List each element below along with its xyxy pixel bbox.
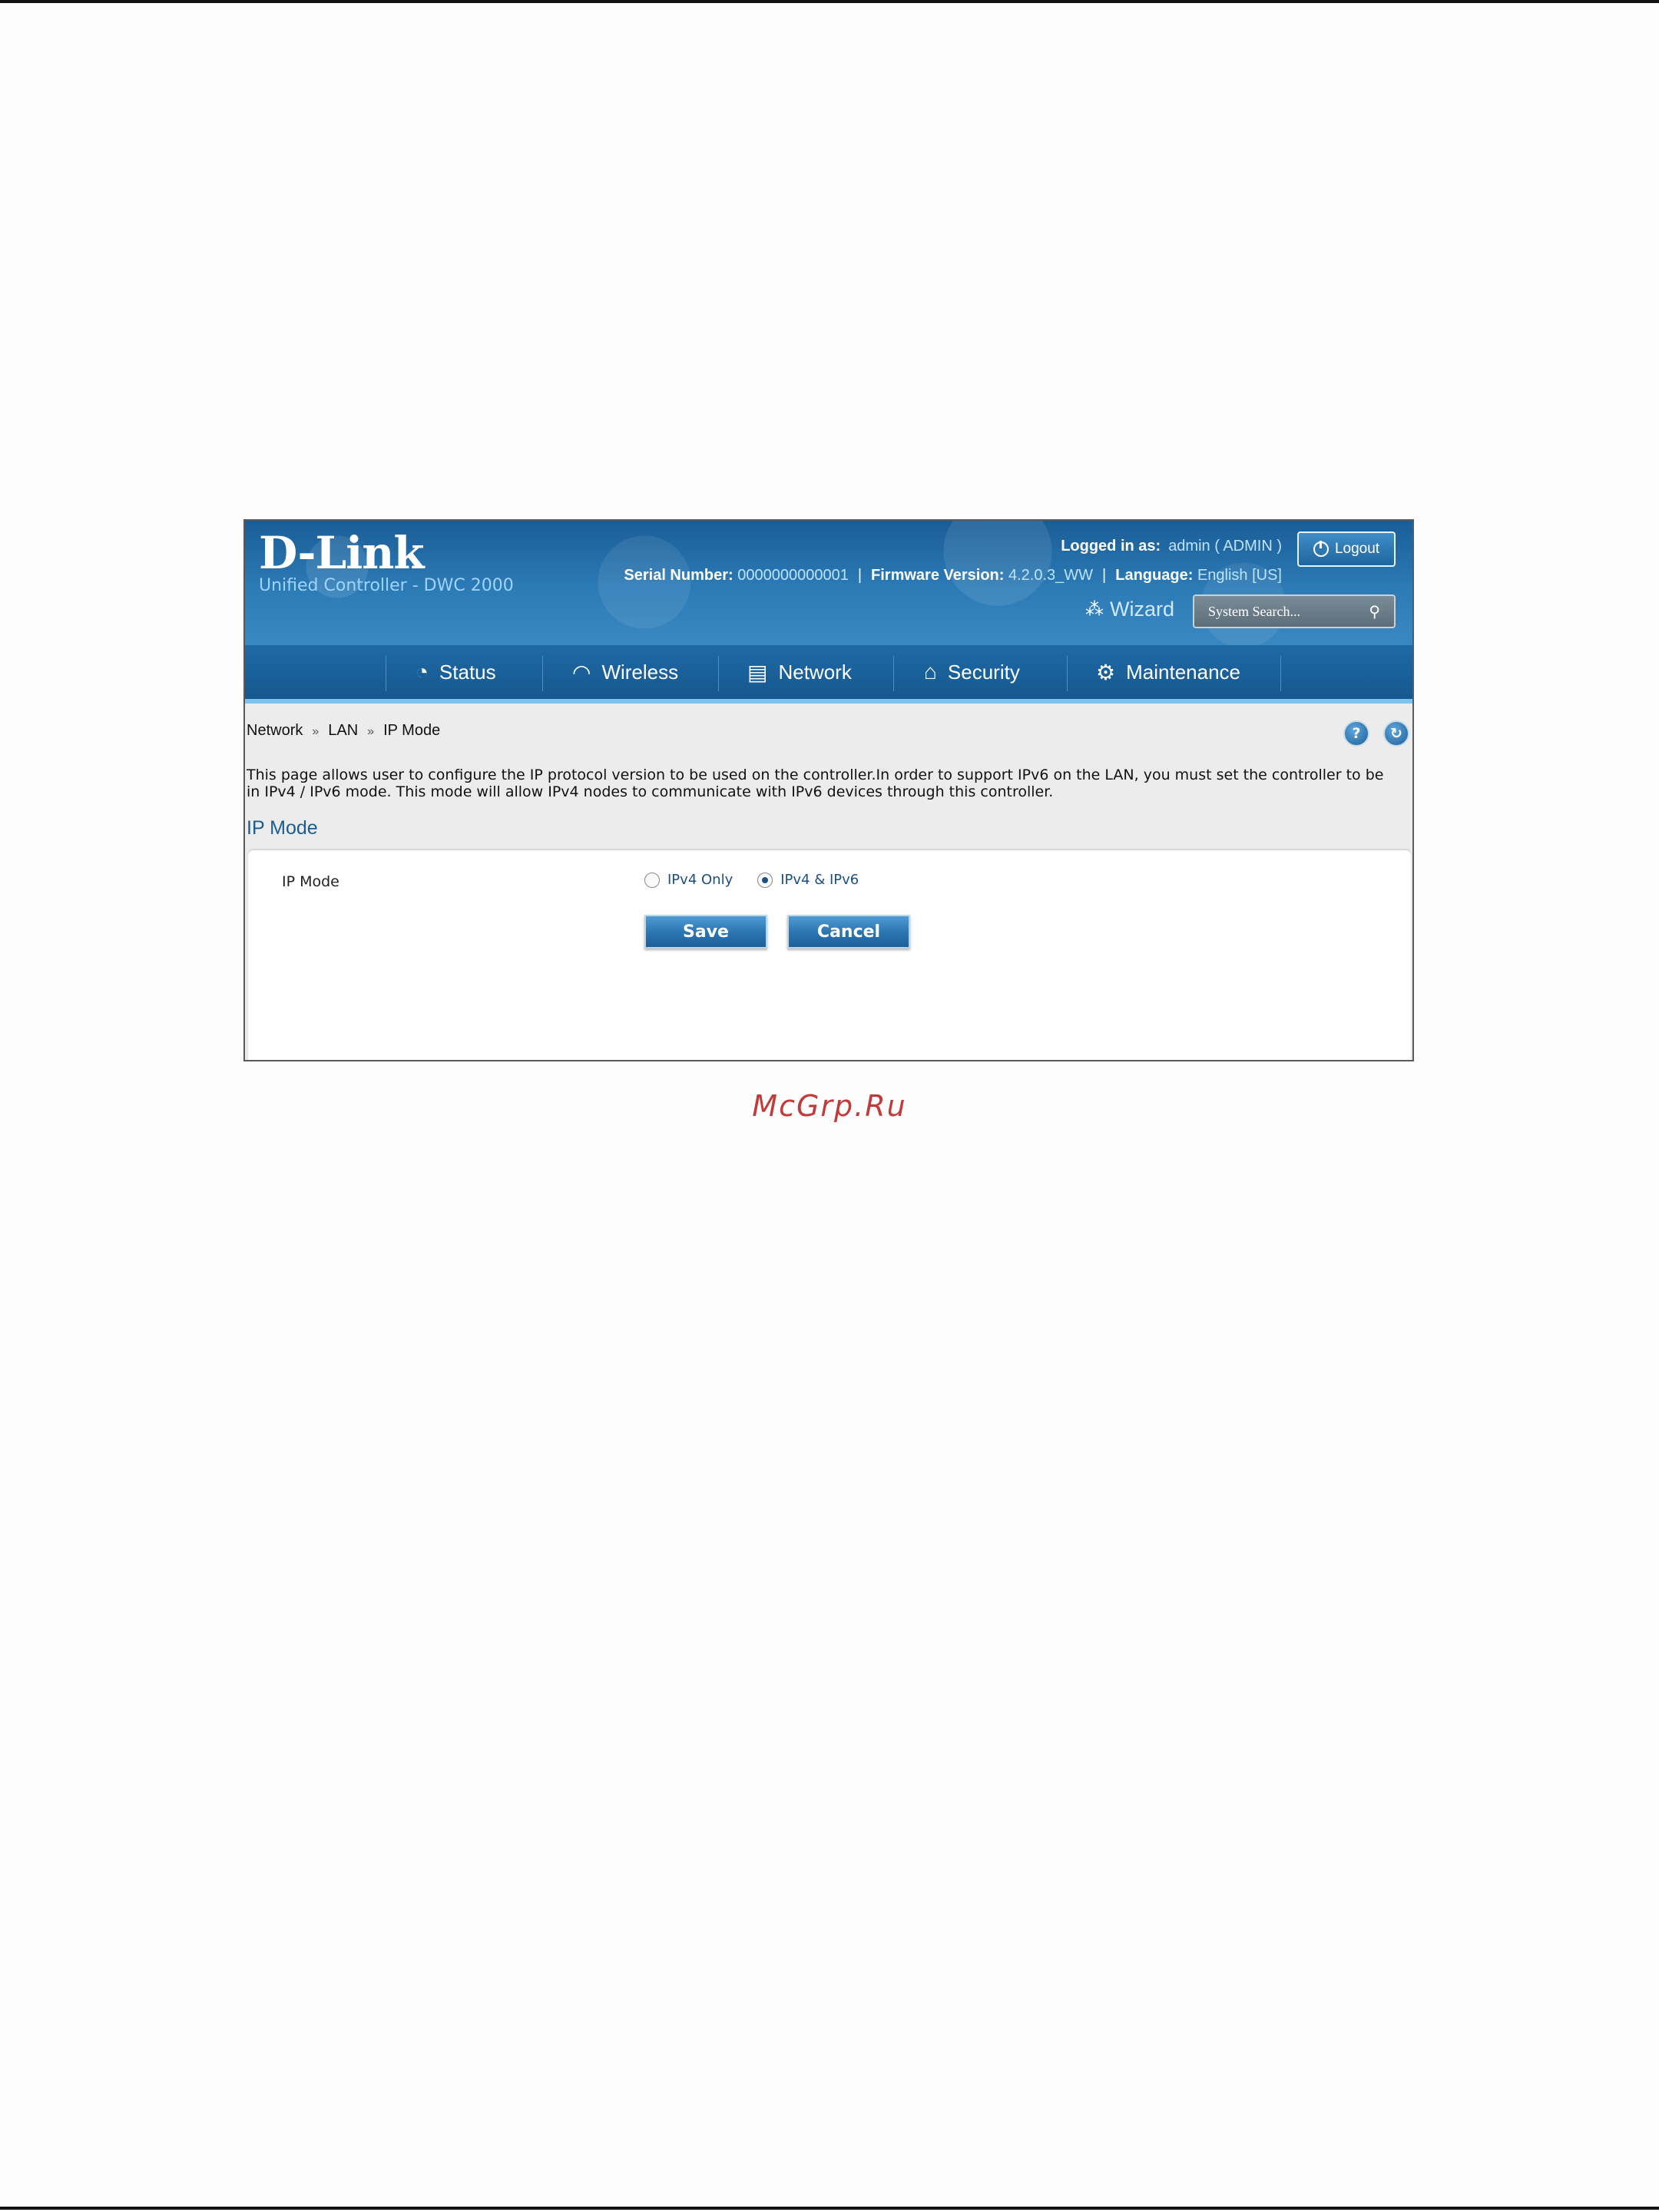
wifi-icon: ◠ (572, 660, 591, 684)
breadcrumb-arrow: » (367, 725, 375, 738)
radio-button[interactable] (644, 872, 660, 888)
power-icon (1313, 541, 1329, 557)
nav-item-security[interactable]: ⌂ Security (924, 645, 1020, 699)
radio-button[interactable] (757, 872, 773, 888)
network-icon: ▤ (747, 660, 768, 684)
top-rule (0, 0, 1659, 3)
wizard-link[interactable]: ⁂ Wizard (1085, 598, 1174, 621)
nav-item-status[interactable]: ◔ Status (416, 645, 496, 699)
cancel-button[interactable]: Cancel (787, 915, 910, 949)
logout-button[interactable]: Logout (1297, 531, 1396, 567)
page-description: This page allows user to configure the I… (247, 767, 1384, 800)
breadcrumb: Network » LAN » IP Mode (247, 722, 440, 740)
radio-label: IPv4 Only (667, 872, 733, 888)
gauge-icon: ◔ (416, 660, 429, 684)
refresh-icon[interactable]: ↻ (1383, 720, 1409, 747)
nav-divider (542, 656, 543, 691)
radio-ipv4-ipv6[interactable]: IPv4 & IPv6 (757, 872, 859, 888)
main-nav: ◔ Status ◠ Wireless ▤ Network ⌂ Security… (245, 645, 1412, 704)
serial-label: Serial Number: (624, 567, 733, 584)
logged-in-user: admin ( ADMIN ) (1168, 538, 1282, 555)
breadcrumb-item-lan[interactable]: LAN (328, 722, 358, 739)
nav-label: Security (947, 660, 1020, 684)
nav-item-maintenance[interactable]: ⚙ Maintenance (1096, 645, 1240, 699)
logout-label: Logout (1334, 541, 1380, 557)
help-icon[interactable]: ? (1343, 720, 1369, 747)
nav-divider (718, 656, 719, 691)
dlink-logo: D-Link (259, 527, 425, 579)
serial-value: 0000000000001 (737, 567, 849, 584)
logged-in-label: Logged in as: (1061, 538, 1161, 555)
breadcrumb-item-ip-mode: IP Mode (383, 722, 441, 739)
screenshot-frame: D-Link Unified Controller - DWC 2000 Log… (243, 519, 1414, 1061)
firmware-value: 4.2.0.3_WW (1008, 567, 1094, 584)
language-label: Language: (1115, 567, 1194, 584)
search-placeholder: System Search... (1208, 603, 1300, 619)
radio-label: IPv4 & IPv6 (780, 872, 859, 888)
nav-item-network[interactable]: ▤ Network (747, 645, 852, 699)
radio-ipv4-only[interactable]: IPv4 Only (644, 872, 733, 888)
magic-wand-icon: ⁂ (1084, 599, 1104, 620)
language-link[interactable]: English [US] (1197, 567, 1282, 584)
header: D-Link Unified Controller - DWC 2000 Log… (245, 521, 1412, 645)
nav-divider (893, 656, 894, 691)
ip-mode-label: IP Mode (282, 873, 339, 890)
breadcrumb-arrow: » (312, 725, 320, 738)
watermark: McGrp.Ru (752, 1089, 907, 1123)
section-title: IP Mode (247, 817, 318, 839)
nav-item-wireless[interactable]: ◠ Wireless (572, 645, 678, 699)
breadcrumb-item-network[interactable]: Network (247, 722, 303, 739)
nav-divider (1067, 656, 1068, 691)
content-area: Network » LAN » IP Mode ? ↻ This page allows… (245, 704, 1412, 1060)
separator: | (1102, 567, 1107, 584)
nav-label: Network (778, 660, 852, 684)
separator: | (857, 567, 863, 584)
bottom-rule (0, 2207, 1659, 2210)
wizard-label: Wizard (1109, 598, 1174, 621)
nav-label: Wireless (601, 660, 679, 684)
nav-divider (1280, 656, 1281, 691)
firmware-label: Firmware Version: (871, 567, 1005, 584)
gear-icon: ⚙ (1096, 660, 1116, 684)
login-info: Logged in as: admin ( ADMIN ) (1061, 538, 1282, 555)
lock-icon: ⌂ (924, 660, 937, 684)
nav-label: Maintenance (1126, 660, 1240, 684)
device-info: Serial Number: 0000000000001 | Firmware Ve… (624, 567, 1282, 584)
ip-mode-panel: IP Mode IPv4 Only IPv4 & IPv6 Save Cance… (248, 849, 1411, 1060)
nav-label: Status (439, 660, 496, 684)
ip-mode-radio-group: IPv4 Only IPv4 & IPv6 (644, 872, 883, 888)
product-subtitle: Unified Controller - DWC 2000 (259, 576, 514, 595)
save-button[interactable]: Save (644, 915, 767, 949)
search-icon: ⚲ (1369, 603, 1380, 621)
system-search-input[interactable]: System Search... ⚲ (1193, 594, 1396, 628)
